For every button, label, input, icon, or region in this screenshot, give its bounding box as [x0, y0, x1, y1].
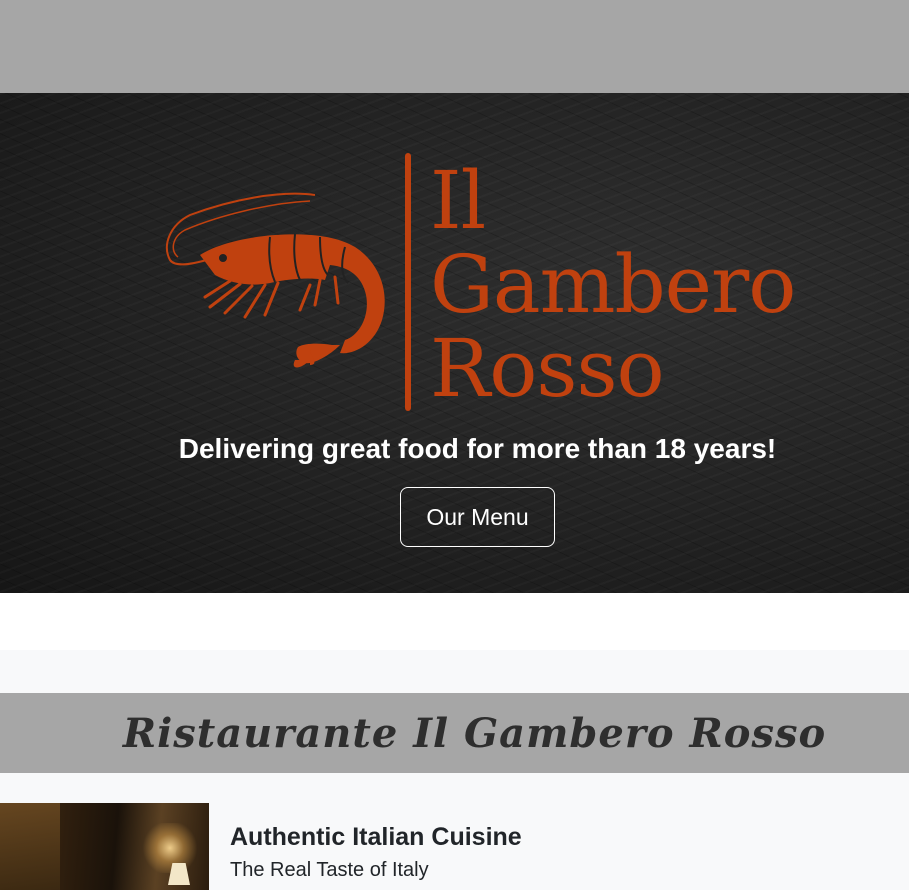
logo-text-line-2: Gambero — [430, 238, 796, 331]
our-menu-button[interactable]: Our Menu — [400, 487, 555, 547]
top-bar — [0, 0, 909, 93]
feature-subtitle: The Real Taste of Italy — [230, 859, 429, 881]
logo-text-line-1: Il — [430, 154, 486, 247]
section-spacer — [0, 650, 909, 693]
section-title: Ristaurante Il Gambero Rosso — [122, 709, 827, 757]
hero-tagline: Delivering great food for more than 18 y… — [178, 433, 777, 464]
shrimp-icon — [165, 192, 385, 368]
section-header: Ristaurante Il Gambero Rosso — [0, 693, 909, 773]
hero-banner: Il Gambero Rosso Delivering great food f… — [0, 93, 909, 593]
feature-title: Authentic Italian Cuisine — [230, 823, 522, 851]
logo-divider — [405, 153, 411, 411]
logo-text-line-3: Rosso — [430, 322, 665, 415]
photo-lamp-glow — [140, 823, 200, 873]
photo-wall — [0, 803, 60, 890]
feature-card: Authentic Italian Cuisine The Real Taste… — [0, 773, 909, 890]
street-lamp-photo — [0, 803, 209, 890]
